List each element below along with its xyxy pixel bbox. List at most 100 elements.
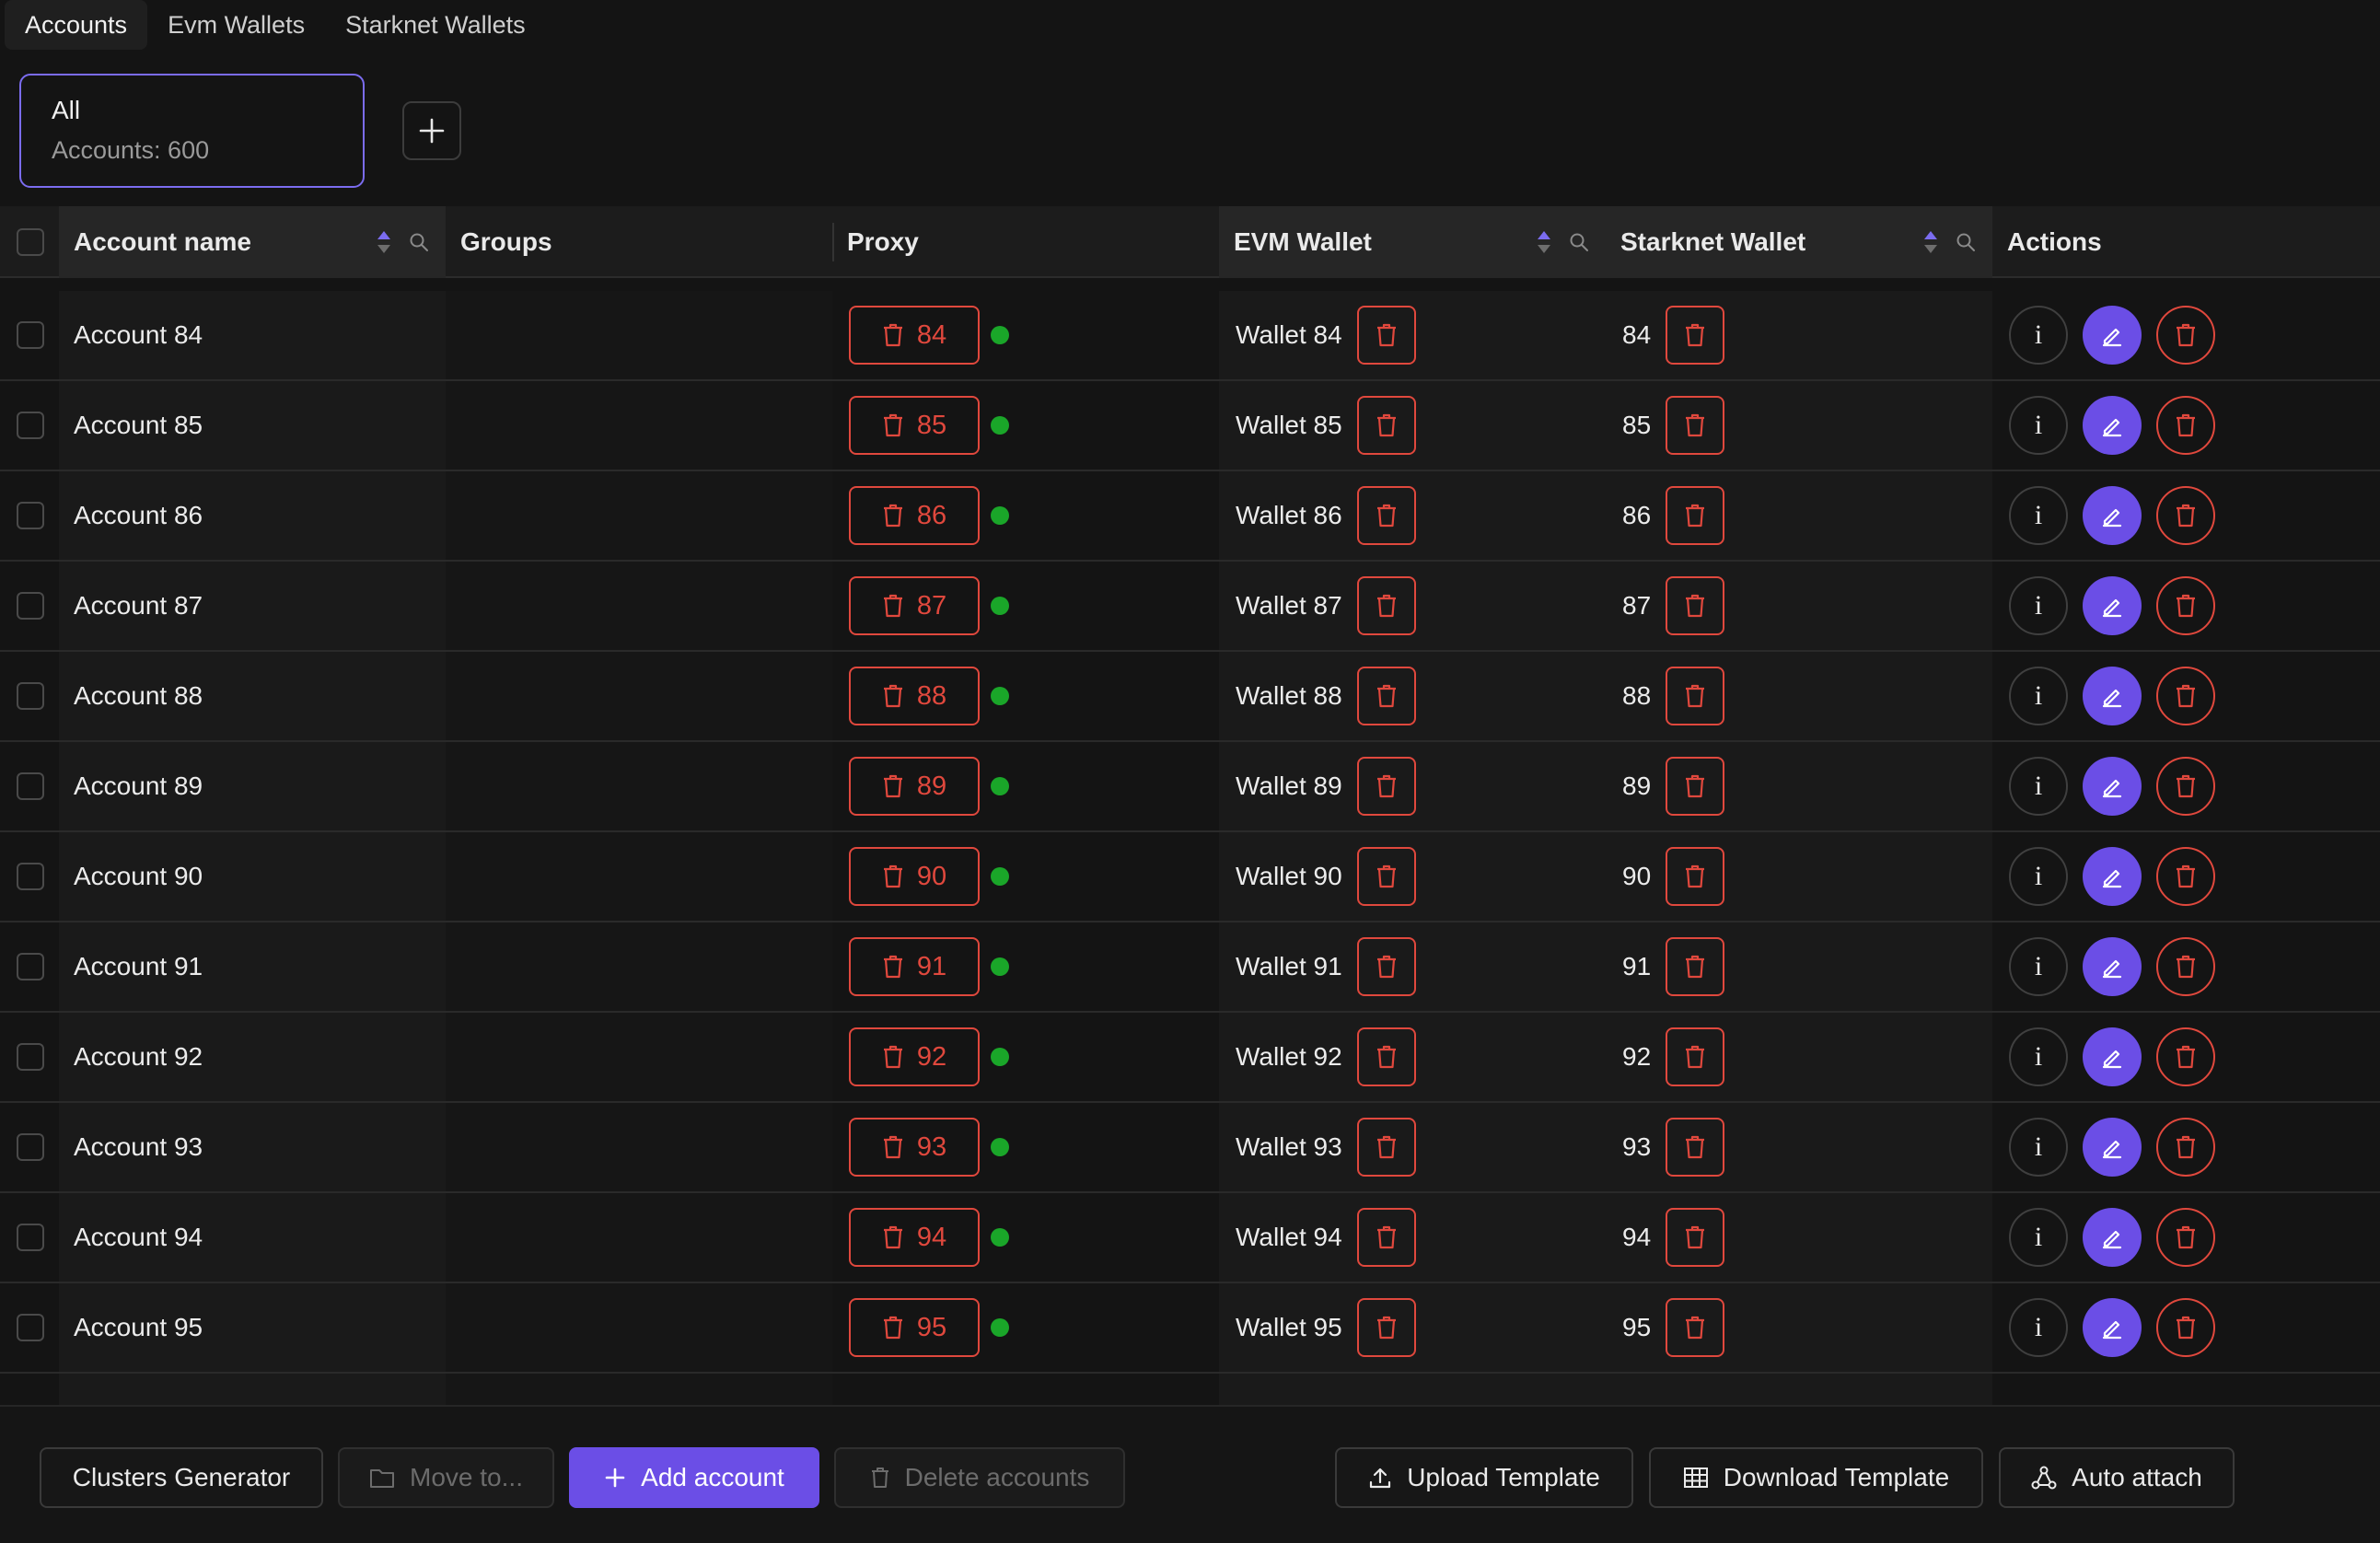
info-button[interactable]: i: [2009, 1298, 2068, 1357]
delete-account-button[interactable]: [2156, 306, 2215, 365]
starknet-wallet-delete-button[interactable]: [1666, 847, 1725, 906]
proxy-button[interactable]: 84: [849, 306, 980, 365]
starknet-wallet-delete-button[interactable]: [1666, 1027, 1725, 1086]
download-template-button[interactable]: Download Template: [1649, 1447, 1983, 1508]
starknet-wallet-delete-button[interactable]: [1666, 576, 1725, 635]
evm-wallet-delete-button[interactable]: [1356, 1027, 1416, 1086]
delete-account-button[interactable]: [2156, 1118, 2215, 1177]
row-checkbox[interactable]: [17, 1133, 44, 1161]
group-card-all[interactable]: All Accounts: 600: [19, 74, 365, 188]
info-button[interactable]: i: [2009, 396, 2068, 455]
proxy-button[interactable]: 86: [849, 486, 980, 545]
evm-wallet-delete-button[interactable]: [1356, 1298, 1416, 1357]
starknet-wallet-delete-button[interactable]: [1666, 1118, 1725, 1177]
tab-accounts[interactable]: Accounts: [5, 0, 148, 50]
delete-account-button[interactable]: [2156, 1027, 2215, 1086]
edit-button[interactable]: [2083, 396, 2142, 455]
row-checkbox[interactable]: [17, 412, 44, 439]
row-checkbox[interactable]: [17, 321, 44, 349]
search-icon[interactable]: [1569, 232, 1589, 252]
upload-template-button[interactable]: Upload Template: [1335, 1447, 1633, 1508]
delete-account-button[interactable]: [2156, 1298, 2215, 1357]
delete-accounts-button[interactable]: Delete accounts: [834, 1447, 1125, 1508]
evm-wallet-delete-button[interactable]: [1356, 396, 1416, 455]
edit-button[interactable]: [2083, 847, 2142, 906]
delete-account-button[interactable]: [2156, 1208, 2215, 1267]
row-checkbox[interactable]: [17, 1224, 44, 1251]
delete-account-button[interactable]: [2156, 576, 2215, 635]
starknet-wallet-delete-button[interactable]: [1666, 396, 1725, 455]
table-row[interactable]: Account 86 86 Wallet 86 86 i: [0, 471, 2380, 562]
starknet-wallet-delete-button[interactable]: [1666, 486, 1725, 545]
starknet-wallet-delete-button[interactable]: [1666, 1208, 1725, 1267]
delete-account-button[interactable]: [2156, 757, 2215, 816]
delete-account-button[interactable]: [2156, 486, 2215, 545]
evm-wallet-delete-button[interactable]: [1356, 757, 1416, 816]
header-starknet-wallet[interactable]: Starknet Wallet: [1606, 206, 1992, 278]
add-account-button[interactable]: Add account: [569, 1447, 819, 1508]
proxy-button[interactable]: 92: [849, 1027, 980, 1086]
table-row[interactable]: Account 84 84 Wallet 84 84 i: [0, 291, 2380, 381]
header-account-name[interactable]: Account name: [59, 206, 446, 278]
edit-button[interactable]: [2083, 1027, 2142, 1086]
row-checkbox[interactable]: [17, 863, 44, 890]
row-checkbox[interactable]: [17, 502, 44, 529]
proxy-button[interactable]: 93: [849, 1118, 980, 1177]
evm-wallet-delete-button[interactable]: [1356, 1208, 1416, 1267]
row-checkbox[interactable]: [17, 1314, 44, 1341]
starknet-wallet-delete-button[interactable]: [1666, 1298, 1725, 1357]
edit-button[interactable]: [2083, 1298, 2142, 1357]
search-icon[interactable]: [1956, 232, 1976, 252]
info-button[interactable]: i: [2009, 306, 2068, 365]
clusters-generator-button[interactable]: Clusters Generator: [40, 1447, 323, 1508]
move-to-button[interactable]: Move to...: [338, 1447, 554, 1508]
delete-account-button[interactable]: [2156, 847, 2215, 906]
table-row[interactable]: Account 93 93 Wallet 93 93 i: [0, 1103, 2380, 1193]
proxy-button[interactable]: 89: [849, 757, 980, 816]
edit-button[interactable]: [2083, 1208, 2142, 1267]
edit-button[interactable]: [2083, 486, 2142, 545]
evm-wallet-delete-button[interactable]: [1356, 576, 1416, 635]
auto-attach-button[interactable]: Auto attach: [1999, 1447, 2235, 1508]
proxy-button[interactable]: 85: [849, 396, 980, 455]
edit-button[interactable]: [2083, 1118, 2142, 1177]
table-row[interactable]: Account 89 89 Wallet 89 89 i: [0, 742, 2380, 832]
proxy-button[interactable]: 95: [849, 1298, 980, 1357]
evm-wallet-delete-button[interactable]: [1356, 486, 1416, 545]
edit-button[interactable]: [2083, 757, 2142, 816]
proxy-button[interactable]: 91: [849, 937, 980, 996]
row-checkbox[interactable]: [17, 592, 44, 620]
evm-wallet-delete-button[interactable]: [1356, 847, 1416, 906]
table-row[interactable]: Account 92 92 Wallet 92 92 i: [0, 1013, 2380, 1103]
starknet-wallet-delete-button[interactable]: [1666, 937, 1725, 996]
table-row[interactable]: Account 85 85 Wallet 85 85 i: [0, 381, 2380, 471]
info-button[interactable]: i: [2009, 576, 2068, 635]
tab-evm-wallets[interactable]: Evm Wallets: [147, 0, 325, 50]
tab-starknet-wallets[interactable]: Starknet Wallets: [325, 0, 546, 50]
evm-wallet-delete-button[interactable]: [1356, 937, 1416, 996]
edit-button[interactable]: [2083, 576, 2142, 635]
row-checkbox[interactable]: [17, 1043, 44, 1071]
proxy-button[interactable]: 90: [849, 847, 980, 906]
starknet-wallet-delete-button[interactable]: [1666, 757, 1725, 816]
table-row[interactable]: Account 90 90 Wallet 90 90 i: [0, 832, 2380, 922]
proxy-button[interactable]: 87: [849, 576, 980, 635]
info-button[interactable]: i: [2009, 1208, 2068, 1267]
table-row[interactable]: Account 94 94 Wallet 94 94 i: [0, 1193, 2380, 1283]
info-button[interactable]: i: [2009, 1027, 2068, 1086]
edit-button[interactable]: [2083, 937, 2142, 996]
info-button[interactable]: i: [2009, 847, 2068, 906]
proxy-button[interactable]: 94: [849, 1208, 980, 1267]
table-row[interactable]: Account 88 88 Wallet 88 88 i: [0, 652, 2380, 742]
header-evm-wallet[interactable]: EVM Wallet: [1219, 206, 1606, 278]
info-button[interactable]: i: [2009, 937, 2068, 996]
starknet-wallet-delete-button[interactable]: [1666, 667, 1725, 725]
sort-icon[interactable]: [376, 229, 392, 255]
row-checkbox[interactable]: [17, 682, 44, 710]
delete-account-button[interactable]: [2156, 396, 2215, 455]
delete-account-button[interactable]: [2156, 937, 2215, 996]
evm-wallet-delete-button[interactable]: [1356, 306, 1416, 365]
select-all-checkbox[interactable]: [17, 228, 44, 256]
search-icon[interactable]: [409, 232, 429, 252]
table-row[interactable]: Account 91 91 Wallet 91 91 i: [0, 922, 2380, 1013]
